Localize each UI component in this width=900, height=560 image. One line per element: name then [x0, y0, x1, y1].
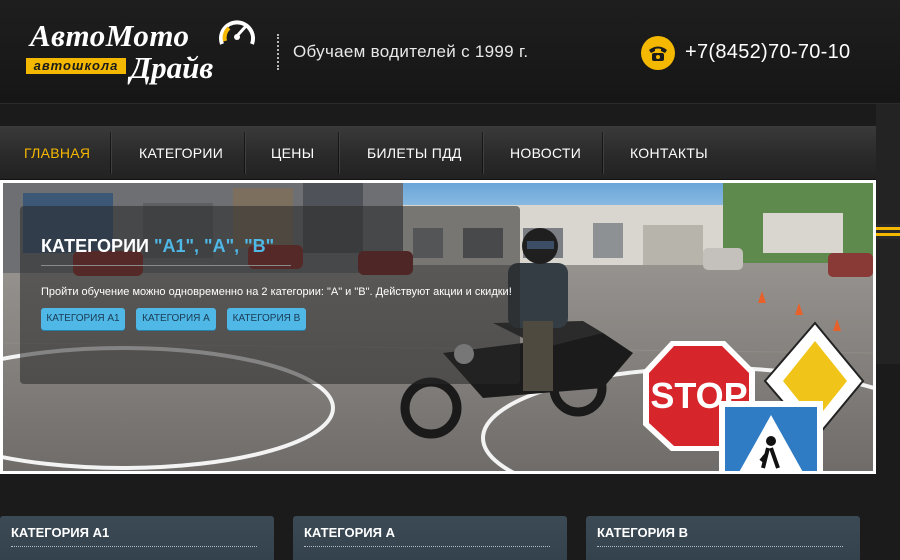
nav-divider — [482, 132, 484, 174]
phone-icon — [641, 36, 675, 70]
logo-badge: автошкола — [26, 58, 126, 74]
hero-title-divider — [41, 265, 291, 266]
category-card-title: КАТЕГОРИЯ А — [304, 525, 395, 540]
site-header: АвтоМото автошкола Драйв Обучаем водител… — [0, 0, 900, 104]
speedometer-icon — [219, 20, 255, 45]
hero-button-category-a[interactable]: КАТЕГОРИЯ А — [136, 308, 216, 330]
hero-description: Пройти обучение можно одновременно на 2 … — [41, 286, 512, 298]
category-card-title: КАТЕГОРИЯ А1 — [11, 525, 110, 540]
phone-number-link[interactable]: +7(8452)70-70-10 — [685, 41, 850, 64]
nav-divider — [602, 132, 604, 174]
category-card-a1[interactable]: КАТЕГОРИЯ А1 — [0, 516, 274, 560]
nav-divider — [338, 132, 340, 174]
category-card-b[interactable]: КАТЕГОРИЯ В — [586, 516, 860, 560]
nav-divider — [110, 132, 112, 174]
logo-text-top: АвтоМото — [30, 18, 190, 53]
header-tagline: Обучаем водителей с 1999 г. — [293, 42, 529, 61]
logo-text-bottom: Драйв — [130, 50, 214, 85]
category-card-a[interactable]: КАТЕГОРИЯ А — [293, 516, 567, 560]
decor-stripes — [873, 224, 900, 239]
site-logo[interactable]: АвтоМото автошкола Драйв — [24, 12, 264, 90]
nav-item-home[interactable]: ГЛАВНАЯ — [24, 126, 90, 180]
main-navigation: ГЛАВНАЯ КАТЕГОРИИ ЦЕНЫ БИЛЕТЫ ПДД НОВОСТ… — [0, 126, 876, 180]
category-card-divider — [597, 546, 843, 547]
nav-item-tickets[interactable]: БИЛЕТЫ ПДД — [367, 126, 462, 180]
category-card-divider — [304, 546, 550, 547]
nav-item-categories[interactable]: КАТЕГОРИИ — [139, 126, 223, 180]
nav-item-news[interactable]: НОВОСТИ — [510, 126, 581, 180]
nav-item-prices[interactable]: ЦЕНЫ — [271, 126, 314, 180]
category-card-title: КАТЕГОРИЯ В — [597, 525, 688, 540]
hero-button-category-a1[interactable]: КАТЕГОРИЯ А1 — [41, 308, 125, 330]
hero-button-category-b[interactable]: КАТЕГОРИЯ В — [227, 308, 306, 330]
hero-title-prefix: КАТЕГОРИИ — [41, 236, 154, 256]
header-divider — [277, 34, 279, 70]
hero-title: КАТЕГОРИИ "А1", "А", "В" — [41, 236, 274, 257]
hero-title-highlight: "А1", "А", "В" — [153, 236, 275, 256]
nav-divider — [244, 132, 246, 174]
category-card-divider — [11, 546, 257, 547]
nav-item-contacts[interactable]: КОНТАКТЫ — [630, 126, 708, 180]
